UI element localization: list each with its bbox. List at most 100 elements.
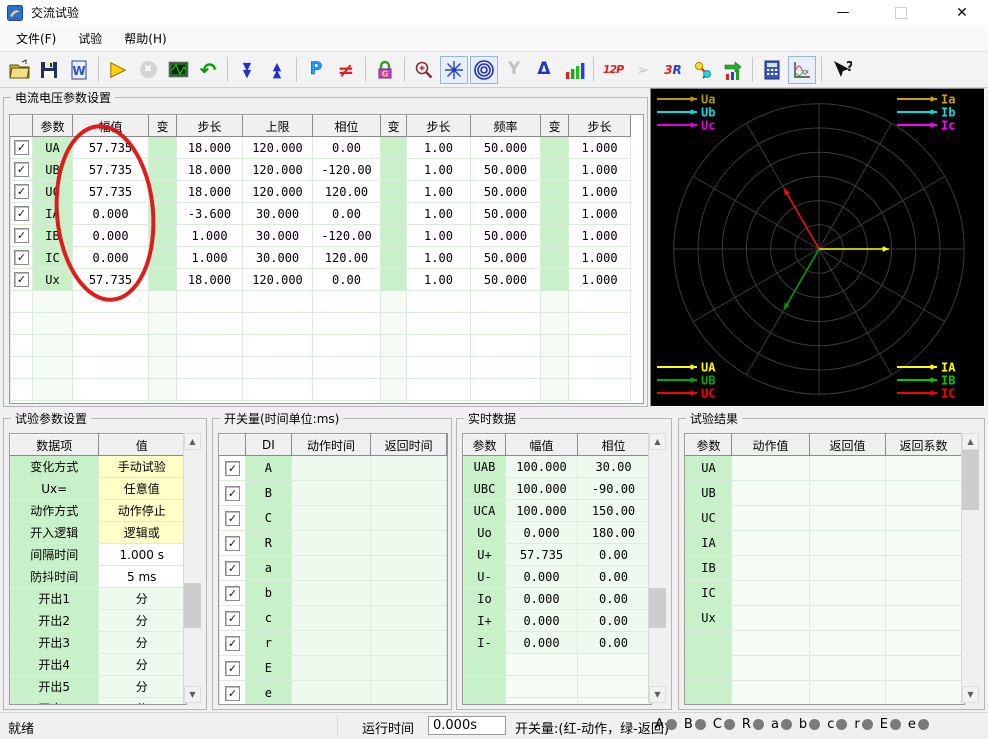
amplitude-cell[interactable]: 57.735 (73, 159, 149, 181)
freq-cell[interactable]: 50.000 (471, 181, 541, 203)
freq-step-cell[interactable]: 1.000 (569, 225, 631, 247)
target-view-button[interactable] (470, 56, 498, 84)
freq-cell[interactable]: 50.000 (471, 159, 541, 181)
freq-cell[interactable]: 50.000 (471, 203, 541, 225)
phase-cell[interactable]: 0.00 (313, 203, 381, 225)
limit-cell[interactable]: 120.000 (243, 269, 313, 291)
di-checkbox[interactable]: ✓ (225, 486, 240, 501)
vary-cell[interactable] (541, 225, 569, 247)
row-checkbox[interactable]: ✓ (14, 250, 29, 265)
lock-button[interactable]: G (371, 56, 399, 84)
freq-step-cell[interactable]: 1.000 (569, 269, 631, 291)
open-file-button[interactable] (5, 56, 33, 84)
value-cell[interactable]: 动作停止 (98, 500, 186, 522)
step-up-button[interactable]: ▲▲ (263, 56, 291, 84)
test-params-scrollbar[interactable]: ▲ ▼ (183, 433, 201, 703)
vary-cell[interactable] (381, 203, 407, 225)
row-checkbox[interactable]: ✓ (14, 140, 29, 155)
vary-cell[interactable] (381, 137, 407, 159)
step-cell[interactable]: 1.000 (177, 247, 243, 269)
amplitude-cell[interactable]: 0.000 (73, 247, 149, 269)
start-test-button[interactable]: ▶ (104, 56, 132, 84)
limit-cell[interactable]: 30.000 (243, 247, 313, 269)
limit-cell[interactable]: 120.000 (243, 181, 313, 203)
di-checkbox[interactable]: ✓ (225, 461, 240, 476)
vary-cell[interactable] (381, 269, 407, 291)
limit-cell[interactable]: 30.000 (243, 203, 313, 225)
di-checkbox[interactable]: ✓ (225, 611, 240, 626)
value-cell[interactable]: 分 (98, 632, 186, 654)
scroll-down-icon[interactable]: ▼ (184, 686, 201, 703)
value-cell[interactable]: 1.000 s (98, 544, 186, 566)
calculator-button[interactable] (758, 56, 786, 84)
value-cell[interactable]: 分 (98, 676, 186, 698)
row-checkbox[interactable]: ✓ (14, 228, 29, 243)
phase-step-cell[interactable]: 1.00 (407, 137, 471, 159)
save-file-button[interactable] (35, 56, 63, 84)
freq-cell[interactable]: 50.000 (471, 225, 541, 247)
phase-cell[interactable]: 120.00 (313, 247, 381, 269)
wye-connection-button[interactable]: Y (500, 56, 528, 84)
context-help-button[interactable]: ? (827, 56, 855, 84)
wave-curve-button[interactable] (788, 56, 816, 84)
freq-step-cell[interactable]: 1.000 (569, 181, 631, 203)
di-checkbox[interactable]: ✓ (225, 686, 240, 701)
freq-step-cell[interactable]: 1.000 (569, 159, 631, 181)
reset-button[interactable]: ↶ (194, 56, 222, 84)
row-checkbox[interactable]: ✓ (14, 162, 29, 177)
vector-links-button[interactable] (689, 56, 717, 84)
vary-cell[interactable] (381, 181, 407, 203)
scroll-up-icon[interactable]: ▲ (649, 433, 666, 450)
value-cell[interactable]: 分 (98, 610, 186, 632)
row-checkbox[interactable]: ✓ (14, 272, 29, 287)
scroll-down-icon[interactable]: ▼ (962, 686, 979, 703)
value-cell[interactable]: 分 (98, 698, 186, 706)
menu-help[interactable]: 帮助(H) (114, 26, 176, 51)
amplitude-cell[interactable]: 57.735 (73, 181, 149, 203)
freq-step-cell[interactable]: 1.000 (569, 203, 631, 225)
value-cell[interactable]: 手动试验 (98, 456, 186, 478)
step-cell[interactable]: 18.000 (177, 159, 243, 181)
phase-step-cell[interactable]: 1.00 (407, 225, 471, 247)
scrollbar-thumb[interactable] (184, 583, 201, 628)
row-checkbox[interactable]: ✓ (14, 206, 29, 221)
step-cell[interactable]: 18.000 (177, 137, 243, 159)
di-checkbox[interactable]: ✓ (225, 661, 240, 676)
di-checkbox[interactable]: ✓ (225, 536, 240, 551)
amplitude-cell[interactable]: 57.735 (73, 137, 149, 159)
output-burst-button[interactable] (440, 56, 468, 84)
vary-cell[interactable] (541, 159, 569, 181)
vary-cell[interactable] (541, 269, 569, 291)
step-cell[interactable]: 18.000 (177, 269, 243, 291)
export-report-button[interactable]: W (65, 56, 93, 84)
vary-cell[interactable] (149, 203, 177, 225)
freq-step-cell[interactable]: 1.000 (569, 247, 631, 269)
harmonics-button[interactable] (560, 56, 588, 84)
phase-cell[interactable]: 120.00 (313, 181, 381, 203)
phase-cell[interactable]: 0.00 (313, 137, 381, 159)
di-checkbox[interactable]: ✓ (225, 511, 240, 526)
amplitude-cell[interactable]: 0.000 (73, 203, 149, 225)
vary-cell[interactable] (541, 137, 569, 159)
scrollbar-thumb[interactable] (649, 588, 666, 628)
vary-cell[interactable] (541, 247, 569, 269)
value-cell[interactable]: 分 (98, 588, 186, 610)
boost-button[interactable]: ➢ (629, 56, 657, 84)
scroll-up-icon[interactable]: ▲ (184, 433, 201, 450)
zoom-button[interactable] (410, 56, 438, 84)
results-scrollbar[interactable]: ▲ ▼ (961, 433, 979, 703)
delta-connection-button[interactable]: Δ (530, 56, 558, 84)
vary-cell[interactable] (149, 159, 177, 181)
phase-step-cell[interactable]: 1.00 (407, 269, 471, 291)
three-phase-r-button[interactable]: 3R (659, 56, 687, 84)
waveform-display-button[interactable] (164, 56, 192, 84)
di-checkbox[interactable]: ✓ (225, 636, 240, 651)
phase-cell[interactable]: -120.00 (313, 225, 381, 247)
vary-cell[interactable] (149, 137, 177, 159)
stop-test-button[interactable]: ✖ (134, 56, 162, 84)
realtime-scrollbar[interactable]: ▲ ▼ (648, 433, 666, 703)
di-checkbox[interactable]: ✓ (225, 586, 240, 601)
amplitude-cell[interactable]: 57.735 (73, 269, 149, 291)
vary-cell[interactable] (541, 203, 569, 225)
step-cell[interactable]: -3.600 (177, 203, 243, 225)
